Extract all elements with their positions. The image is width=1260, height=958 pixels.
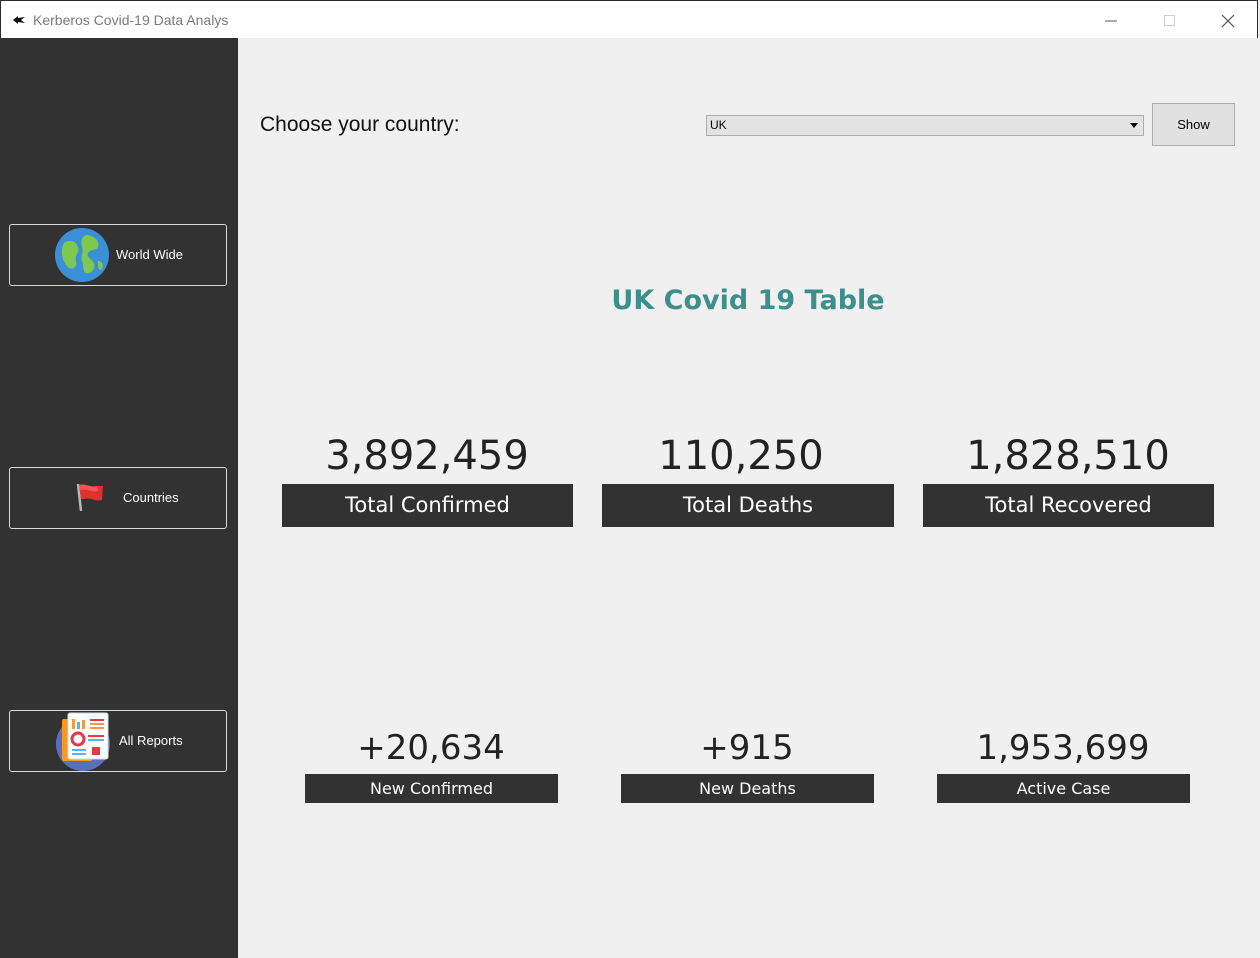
total-deaths-label: Total Deaths: [602, 484, 894, 527]
all-reports-button[interactable]: All Reports: [9, 710, 227, 772]
world-wide-label: World Wide: [116, 247, 183, 262]
flag-icon: [76, 483, 103, 512]
maximize-icon: [1164, 15, 1175, 26]
total-confirmed-label: Total Confirmed: [282, 484, 573, 527]
close-icon: [1221, 14, 1235, 28]
minimize-icon: [1105, 20, 1117, 22]
total-recovered-label: Total Recovered: [923, 484, 1214, 527]
new-deaths-label: New Deaths: [621, 774, 874, 803]
country-select[interactable]: UK: [706, 115, 1144, 136]
sidebar: World Wide Countries All Reports: [0, 38, 238, 958]
world-wide-button[interactable]: World Wide: [9, 224, 227, 286]
app-logo-icon: [13, 16, 25, 24]
window-titlebar: Kerberos Covid-19 Data Analys: [0, 0, 1258, 38]
close-button[interactable]: [1205, 7, 1251, 35]
active-case-value: 1,953,699: [976, 728, 1150, 768]
minimize-button[interactable]: [1088, 7, 1134, 35]
new-confirmed-value: +20,634: [357, 728, 505, 768]
countries-label: Countries: [123, 490, 179, 505]
window-title: Kerberos Covid-19 Data Analys: [33, 12, 229, 28]
total-deaths-value: 110,250: [658, 433, 824, 479]
globe-icon: [55, 228, 109, 282]
maximize-button[interactable]: [1147, 7, 1193, 35]
dropdown-arrow-icon: [1130, 123, 1138, 128]
report-icon: [56, 712, 110, 771]
total-confirmed-value: 3,892,459: [325, 433, 529, 479]
total-recovered-value: 1,828,510: [966, 433, 1170, 479]
new-confirmed-label: New Confirmed: [305, 774, 558, 803]
all-reports-label: All Reports: [119, 733, 183, 748]
show-button[interactable]: Show: [1152, 103, 1235, 146]
choose-country-label: Choose your country:: [260, 113, 460, 136]
countries-button[interactable]: Countries: [9, 467, 227, 529]
country-select-value: UK: [710, 118, 727, 132]
active-case-label: Active Case: [937, 774, 1190, 803]
page-title: UK Covid 19 Table: [611, 285, 885, 316]
new-deaths-value: +915: [700, 728, 794, 768]
